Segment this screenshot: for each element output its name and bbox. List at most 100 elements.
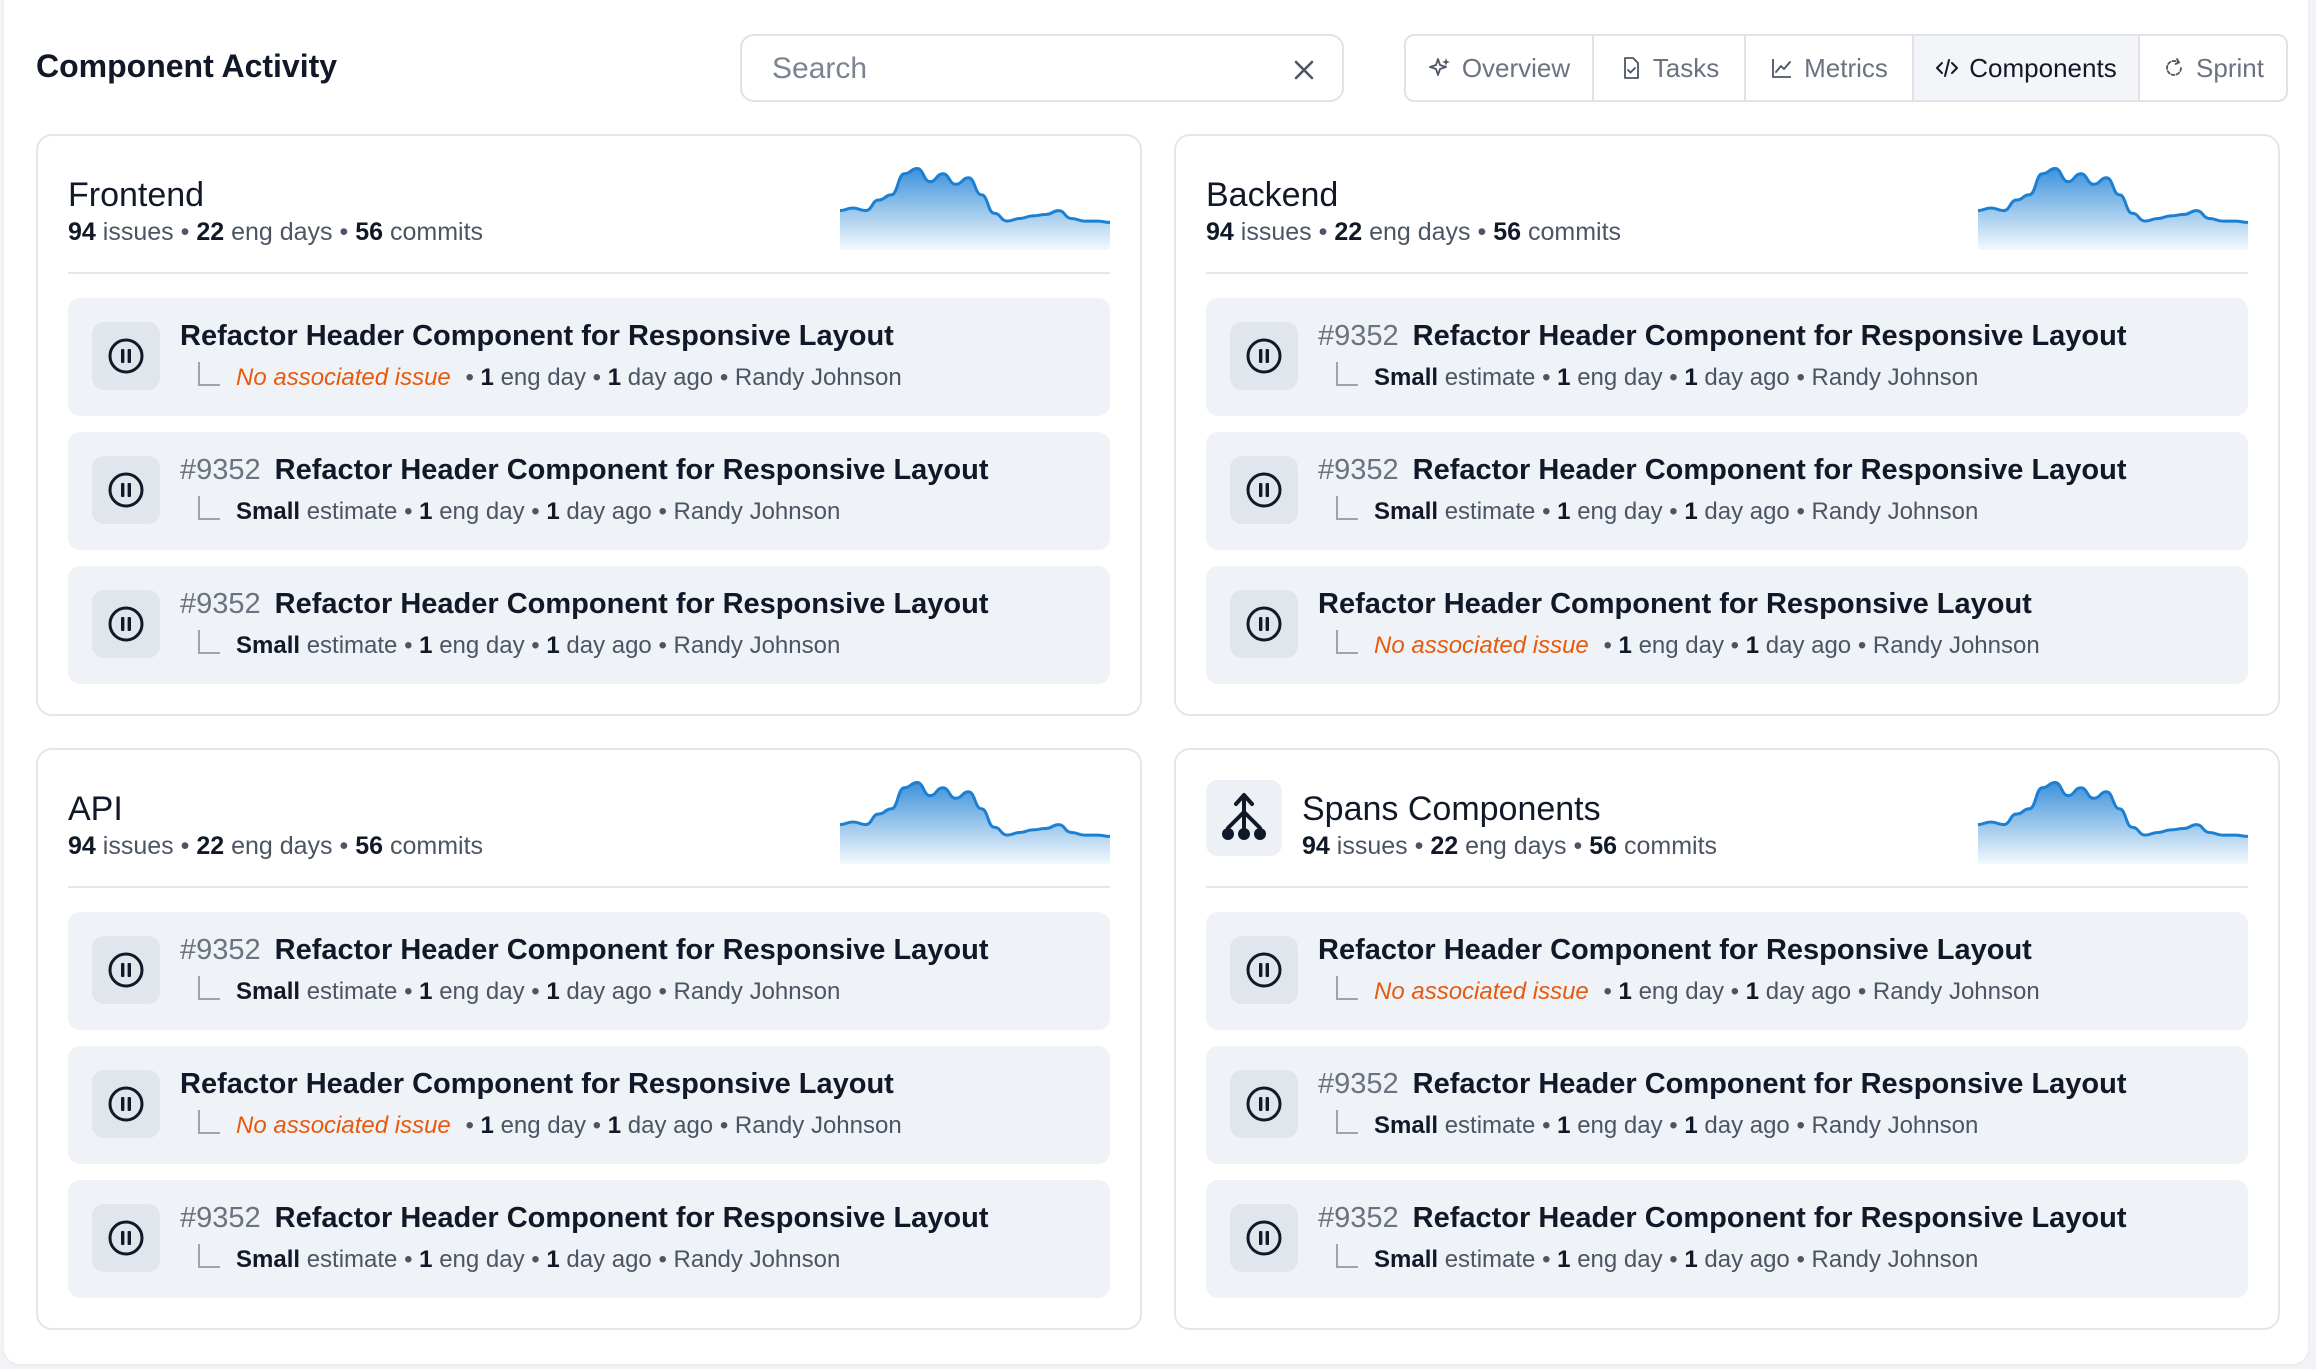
commit-item[interactable]: Refactor Header Component for Responsive…	[68, 1046, 1110, 1164]
commit-title[interactable]: Refactor Header Component for Responsive…	[180, 320, 894, 352]
tab-metrics[interactable]: Metrics	[1746, 36, 1914, 100]
separator: •	[1542, 364, 1551, 391]
component-stats: 94 issues • 22 eng days • 56 commits	[68, 218, 483, 247]
issue-number[interactable]: #9352	[180, 1202, 261, 1234]
issue-number[interactable]: #9352	[180, 588, 261, 620]
status-badge[interactable]	[1230, 1070, 1298, 1138]
separator: •	[719, 1112, 729, 1139]
days-ago-label: day ago	[1765, 978, 1852, 1005]
eng-day-label: eng day	[1577, 498, 1663, 525]
close-icon[interactable]	[1288, 54, 1320, 86]
commit-title[interactable]: Refactor Header Component for Responsive…	[1413, 320, 2127, 352]
component-card: API 94 issues • 22 eng days • 56 commits #…	[36, 748, 1142, 1330]
status-badge[interactable]	[92, 456, 160, 524]
commit-item[interactable]: Refactor Header Component for Responsive…	[68, 298, 1110, 416]
status-badge[interactable]	[1230, 936, 1298, 1004]
tab-tasks[interactable]: Tasks	[1594, 36, 1746, 100]
eng-day-label: eng day	[1638, 978, 1724, 1005]
commit-item[interactable]: Refactor Header Component for Responsive…	[1206, 912, 2248, 1030]
issue-number[interactable]: #9352	[1318, 454, 1399, 486]
author-name[interactable]: Randy Johnson	[735, 364, 902, 391]
issue-number[interactable]: #9352	[1318, 320, 1399, 352]
author-name[interactable]: Randy Johnson	[1812, 364, 1979, 391]
days-ago-count: 1	[1745, 978, 1760, 1005]
commit-title[interactable]: Refactor Header Component for Responsive…	[1413, 454, 2127, 486]
author-name[interactable]: Randy Johnson	[674, 1246, 841, 1273]
search-input[interactable]	[772, 50, 1272, 88]
days-ago-label: day ago	[627, 364, 714, 391]
status-badge[interactable]	[92, 1204, 160, 1272]
eng-day-count: 1	[419, 1246, 433, 1273]
separator: •	[1796, 1246, 1805, 1273]
separator: •	[180, 832, 190, 860]
separator: •	[531, 632, 540, 659]
status-badge[interactable]	[92, 936, 160, 1004]
commit-item[interactable]: Refactor Header Component for Responsive…	[1206, 566, 2248, 684]
status-badge[interactable]	[92, 1070, 160, 1138]
commit-item[interactable]: #9352 Refactor Header Component for Respo…	[1206, 432, 2248, 550]
status-badge[interactable]	[92, 322, 160, 390]
days-ago-count: 1	[546, 498, 560, 525]
eng-day-count: 1	[419, 978, 433, 1005]
author-name[interactable]: Randy Johnson	[1873, 978, 2040, 1005]
eng-days-label: eng days	[1369, 218, 1471, 246]
commit-title[interactable]: Refactor Header Component for Responsive…	[275, 1202, 989, 1234]
author-name[interactable]: Randy Johnson	[674, 632, 841, 659]
issue-number[interactable]: #9352	[180, 934, 261, 966]
issue-number[interactable]: #9352	[1318, 1202, 1399, 1234]
eng-day-label: eng day	[500, 364, 586, 391]
tab-overview[interactable]: Overview	[1406, 36, 1594, 100]
status-badge[interactable]	[1230, 590, 1298, 658]
status-badge[interactable]	[1230, 322, 1298, 390]
author-name[interactable]: Randy Johnson	[735, 1112, 902, 1139]
separator: •	[404, 978, 413, 1005]
author-name[interactable]: Randy Johnson	[1812, 1246, 1979, 1273]
days-ago-count: 1	[1684, 498, 1698, 525]
author-name[interactable]: Randy Johnson	[1812, 1112, 1979, 1139]
search-box[interactable]	[740, 34, 1344, 102]
separator: •	[404, 498, 413, 525]
commit-item[interactable]: #9352 Refactor Header Component for Respo…	[1206, 1046, 2248, 1164]
estimate-label: estimate	[306, 978, 398, 1005]
author-name[interactable]: Randy Johnson	[674, 498, 841, 525]
eng-day-label: eng day	[439, 632, 525, 659]
issue-number[interactable]: #9352	[1318, 1068, 1399, 1100]
commit-item[interactable]: #9352 Refactor Header Component for Respo…	[1206, 298, 2248, 416]
commit-title[interactable]: Refactor Header Component for Responsive…	[275, 454, 989, 486]
component-activity-panel: Component Activity Overview Tasks	[4, 0, 2308, 1364]
commit-title[interactable]: Refactor Header Component for Responsive…	[1318, 934, 2032, 966]
separator: •	[592, 364, 602, 391]
component-name: API	[68, 790, 123, 828]
commit-title[interactable]: Refactor Header Component for Responsive…	[275, 588, 989, 620]
tab-sprint[interactable]: Sprint	[2140, 36, 2286, 100]
commit-title[interactable]: Refactor Header Component for Responsive…	[275, 934, 989, 966]
commit-item[interactable]: #9352 Refactor Header Component for Respo…	[68, 912, 1110, 1030]
commit-title[interactable]: Refactor Header Component for Responsive…	[180, 1068, 894, 1100]
author-name[interactable]: Randy Johnson	[1812, 498, 1979, 525]
commit-title-line: #9352 Refactor Header Component for Respo…	[180, 934, 989, 967]
sparkline-area	[1978, 782, 2248, 864]
commit-item[interactable]: #9352 Refactor Header Component for Respo…	[1206, 1180, 2248, 1298]
commit-item[interactable]: #9352 Refactor Header Component for Respo…	[68, 1180, 1110, 1298]
separator: •	[531, 978, 540, 1005]
commit-title[interactable]: Refactor Header Component for Responsive…	[1318, 588, 2032, 620]
commit-title[interactable]: Refactor Header Component for Responsive…	[1413, 1202, 2127, 1234]
commit-title[interactable]: Refactor Header Component for Responsive…	[1413, 1068, 2127, 1100]
tree-connector	[1336, 496, 1358, 520]
commit-item[interactable]: #9352 Refactor Header Component for Respo…	[68, 566, 1110, 684]
separator: •	[1477, 218, 1487, 246]
no-issue-warning: No associated issue	[1374, 632, 1589, 659]
status-badge[interactable]	[92, 590, 160, 658]
status-badge[interactable]	[1230, 456, 1298, 524]
days-ago-count: 1	[546, 632, 560, 659]
days-ago-label: day ago	[566, 632, 652, 659]
tab-label: Components	[1969, 52, 2117, 83]
author-name[interactable]: Randy Johnson	[1873, 632, 2040, 659]
separator: •	[339, 832, 349, 860]
author-name[interactable]: Randy Johnson	[674, 978, 841, 1005]
tab-components[interactable]: Components	[1914, 36, 2140, 100]
commit-item[interactable]: #9352 Refactor Header Component for Respo…	[68, 432, 1110, 550]
separator: •	[1857, 632, 1867, 659]
issue-number[interactable]: #9352	[180, 454, 261, 486]
status-badge[interactable]	[1230, 1204, 1298, 1272]
